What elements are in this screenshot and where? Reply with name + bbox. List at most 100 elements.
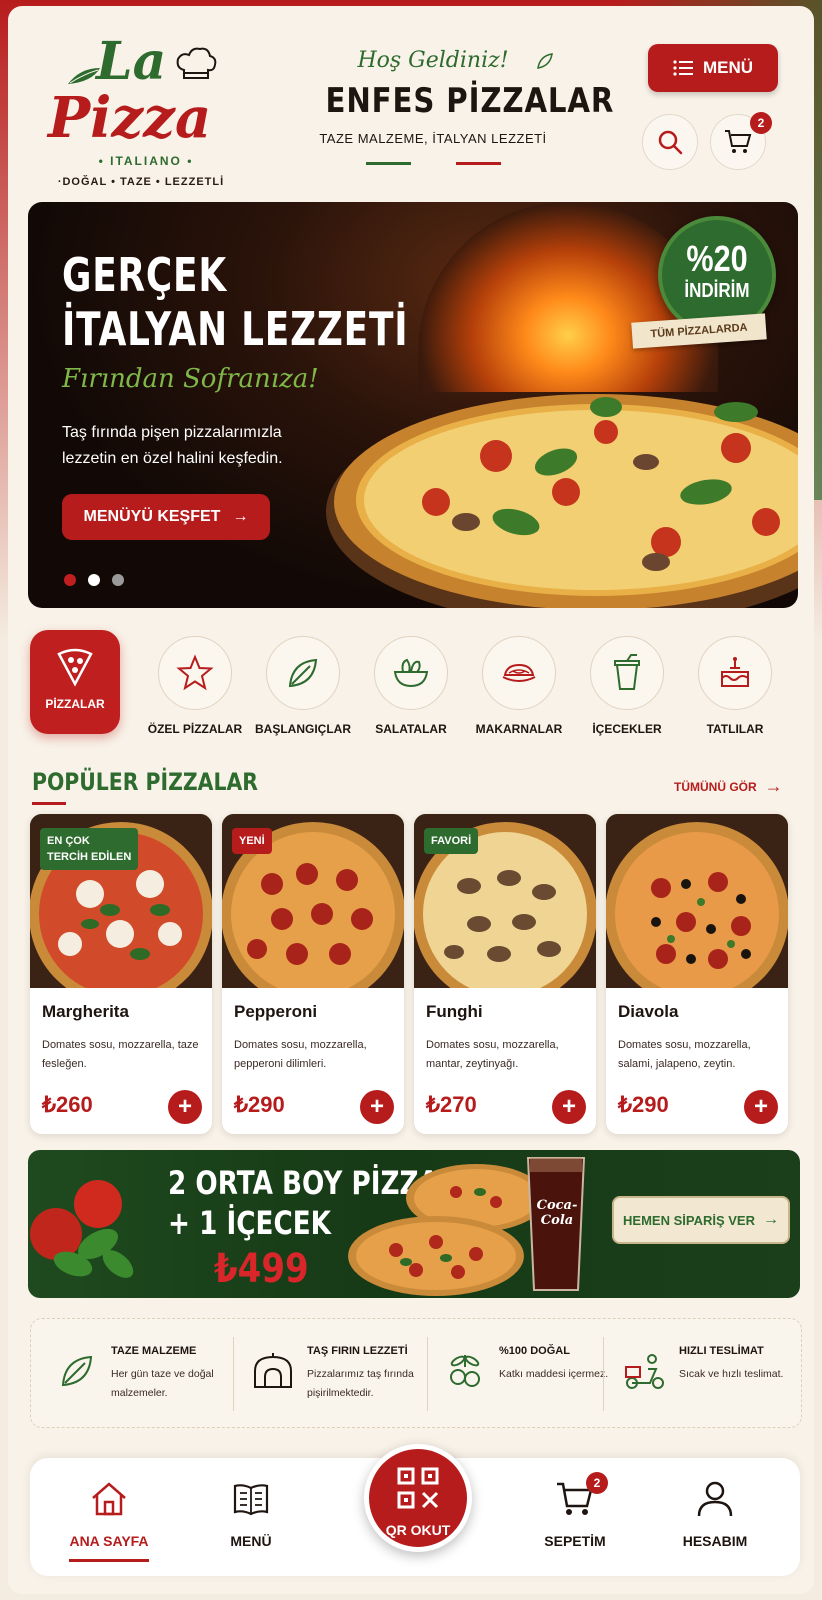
explore-menu-button[interactable]: MENÜYÜ KEŞFET → — [62, 494, 270, 540]
menu-button-label: MENÜ — [702, 58, 754, 77]
carousel-dot[interactable] — [112, 574, 124, 586]
nav-menu[interactable]: MENÜ — [196, 1480, 306, 1549]
pizza-name: Margherita — [42, 1002, 129, 1021]
pizza-description: Domates sosu, mozzarella, pepperoni dili… — [234, 1039, 367, 1070]
search-icon — [658, 130, 683, 155]
qr-scan-label: QR OKUT — [385, 1522, 451, 1538]
promo-pizzas-image — [348, 1164, 546, 1296]
olive-icon — [450, 1355, 480, 1387]
category-ozel-pizzalar[interactable]: ÖZEL PİZZALAR — [140, 630, 250, 736]
pizza-price: ₺290 — [618, 1092, 669, 1117]
nav-home-label: ANA SAYFA — [69, 1533, 149, 1549]
pizza-slice-icon — [57, 648, 93, 687]
pizza-card-margherita[interactable]: EN ÇOK TERCİH EDİLEN Margherita Domates … — [30, 814, 212, 1134]
combo-promo-banner[interactable]: 2 ORTA BOY PİZZA + 1 İÇECEK ₺499 Coca-Co… — [28, 1150, 800, 1298]
nav-cart-label: SEPETİM — [544, 1533, 606, 1549]
pizza-card-pepperoni[interactable]: YENİ Pepperoni Domates sosu, mozzarella,… — [222, 814, 404, 1134]
pizza-card-diavola[interactable]: Diavola Domates sosu, mozzarella, salami… — [606, 814, 788, 1134]
feature-description: Pizzalarımız taş fırında pişirilmektedir… — [307, 1368, 414, 1399]
feature-title: TAZE MALZEME — [111, 1345, 197, 1357]
hero-pizza-image — [326, 394, 798, 608]
pizza-description: Domates sosu, mozzarella, mantar, zeytin… — [426, 1039, 559, 1070]
nav-menu-label: MENÜ — [230, 1533, 272, 1549]
feature-fast-delivery: HIZLI TESLİMAT Sıcak ve hızlı teslimat. — [621, 1339, 811, 1409]
star-icon — [176, 654, 214, 691]
arrow-right-icon: → — [232, 508, 249, 525]
chef-hat-icon — [176, 47, 217, 79]
category-label: SALATALAR — [375, 722, 447, 736]
cake-icon — [721, 657, 749, 687]
promo-line2: + 1 İÇECEK — [168, 1204, 331, 1242]
pizza-price: ₺260 — [42, 1092, 93, 1117]
section-title-underline — [32, 802, 66, 805]
qr-code-icon — [397, 1467, 439, 1509]
add-to-cart-button[interactable]: + — [744, 1090, 778, 1124]
pizza-card-funghi[interactable]: FAVORİ Funghi Domates sosu, mozzarella, … — [414, 814, 596, 1134]
plus-icon: + — [753, 1093, 768, 1120]
hero-title: GERÇEK İTALYAN LEZZETİ — [62, 248, 408, 356]
category-icecekler[interactable]: İÇECEKLER — [572, 630, 682, 736]
pizza-tag: YENİ — [232, 828, 272, 854]
bottom-navigation: ANA SAYFA MENÜ QR OKUT SEPETİM 2 HESABIM — [30, 1444, 800, 1576]
leaf-icon — [61, 1355, 93, 1387]
carousel-dot[interactable] — [64, 574, 76, 586]
qr-scan-button[interactable]: QR OKUT — [364, 1444, 472, 1552]
home-icon — [92, 1482, 126, 1516]
category-label: ÖZEL PİZZALAR — [147, 722, 243, 736]
hero-title-line2: İTALYAN LEZZETİ — [62, 302, 409, 356]
see-all-label: TÜMÜNÜ GÖR — [674, 779, 757, 794]
category-makarnalar[interactable]: MAKARNALAR — [464, 630, 574, 736]
search-button[interactable] — [642, 114, 698, 170]
brand-name-line2: Pizza — [48, 85, 212, 151]
nav-cart[interactable]: SEPETİM — [520, 1480, 630, 1549]
order-now-label: HEMEN SİPARİŞ VER — [623, 1212, 755, 1228]
feature-description: Sıcak ve hızlı teslimat. — [679, 1368, 784, 1380]
cart-icon — [725, 130, 752, 153]
nav-account[interactable]: HESABIM — [660, 1480, 770, 1549]
divider — [233, 1337, 234, 1411]
explore-menu-label: MENÜYÜ KEŞFET — [83, 508, 221, 525]
add-to-cart-button[interactable]: + — [552, 1090, 586, 1124]
category-salatalar[interactable]: SALATALAR — [356, 630, 466, 736]
order-now-button[interactable]: HEMEN SİPARİŞ VER → — [612, 1196, 790, 1244]
pizza-image — [606, 814, 788, 988]
hero-description: Taş fırında pişen pizzalarımızla lezzeti… — [62, 424, 283, 467]
category-tatlilar[interactable]: TATLILAR — [680, 630, 790, 736]
add-to-cart-button[interactable]: + — [168, 1090, 202, 1124]
pizza-name: Diavola — [618, 1002, 679, 1021]
plus-icon: + — [369, 1093, 384, 1120]
leaf-icon — [288, 658, 318, 688]
pizza-price: ₺290 — [234, 1092, 285, 1117]
active-indicator — [69, 1559, 149, 1562]
features-strip: TAZE MALZEME Her gün taze ve doğal malze… — [30, 1318, 802, 1428]
pizza-name: Funghi — [426, 1002, 483, 1021]
see-all-link[interactable]: TÜMÜNÜ GÖR → — [674, 776, 783, 797]
welcome-text: Hoş Geldiniz! — [357, 48, 509, 73]
brand-logo[interactable]: La Pizza • ITALIANO • ·DOĞAL • TAZE • LE… — [46, 34, 236, 194]
carousel-dots — [64, 574, 124, 586]
menu-button[interactable]: MENÜ — [648, 44, 778, 92]
feature-stone-oven: TAŞ FIRIN LEZZETİ Pizzalarımız taş fırın… — [249, 1339, 439, 1409]
italian-flag-divider — [308, 162, 558, 165]
feature-title: TAŞ FIRIN LEZZETİ — [307, 1345, 408, 1357]
book-icon — [233, 1484, 269, 1516]
herb-icon — [537, 53, 553, 69]
pizza-description: Domates sosu, mozzarella, salami, jalape… — [618, 1039, 751, 1070]
brand-subtitle: • ITALIANO • — [98, 154, 194, 168]
app-page: La Pizza • ITALIANO • ·DOĞAL • TAZE • LE… — [8, 6, 814, 1594]
cart-count-badge: 2 — [750, 112, 772, 134]
tomato-basil-image — [30, 1180, 134, 1278]
hamburger-icon — [673, 60, 693, 76]
add-to-cart-button[interactable]: + — [360, 1090, 394, 1124]
nav-account-label: HESABIM — [682, 1533, 748, 1549]
pizza-description: Domates sosu, mozzarella, taze fesleğen. — [42, 1039, 199, 1070]
hero-banner[interactable]: GERÇEK İTALYAN LEZZETİ Fırından Sofranız… — [28, 202, 798, 608]
carousel-dot[interactable] — [88, 574, 100, 586]
category-label: İÇECEKLER — [592, 722, 662, 736]
brand-tagline: ·DOĞAL • TAZE • LEZZETLİ — [57, 176, 225, 188]
brand-name-line1: La — [96, 31, 167, 92]
category-baslangiclar[interactable]: BAŞLANGIÇLAR — [248, 630, 358, 736]
category-pizzalar[interactable]: PİZZALAR — [30, 630, 120, 734]
nav-home[interactable]: ANA SAYFA — [54, 1480, 164, 1562]
discount-label: İNDİRİM — [684, 280, 750, 302]
